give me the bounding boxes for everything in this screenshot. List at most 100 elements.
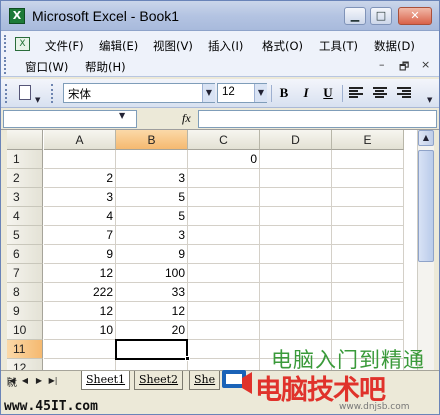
- font-size-dropdown-icon[interactable]: ▼: [254, 84, 267, 102]
- menu-tools[interactable]: 工具(T): [319, 38, 358, 54]
- cell-c10[interactable]: [188, 321, 260, 340]
- cell-e8[interactable]: [332, 283, 404, 302]
- next-sheet-icon[interactable]: ▶: [33, 374, 45, 388]
- cell-c6[interactable]: [188, 245, 260, 264]
- menu-data[interactable]: 数据(D): [374, 38, 415, 54]
- fill-handle[interactable]: [185, 356, 190, 361]
- cell-d10[interactable]: [260, 321, 332, 340]
- cell-b3[interactable]: 5: [116, 188, 188, 207]
- cell-b2[interactable]: 3: [116, 169, 188, 188]
- column-header-c[interactable]: C: [188, 130, 260, 150]
- active-cell-border[interactable]: [115, 339, 188, 360]
- name-box-dropdown-icon[interactable]: ▼: [119, 111, 125, 120]
- vertical-scrollbar[interactable]: ▲: [417, 130, 434, 370]
- menu-grip-icon[interactable]: [4, 35, 8, 52]
- row-header-9[interactable]: 9: [7, 302, 43, 321]
- cell-c9[interactable]: [188, 302, 260, 321]
- doc-minimize-icon[interactable]: –: [379, 58, 385, 71]
- cell-e6[interactable]: [332, 245, 404, 264]
- insert-function-icon[interactable]: fx: [182, 111, 191, 126]
- cell-c5[interactable]: [188, 226, 260, 245]
- menu-window[interactable]: 窗口(W): [25, 59, 68, 75]
- cell-b4[interactable]: 5: [116, 207, 188, 226]
- cell-b8[interactable]: 33: [116, 283, 188, 302]
- doc-restore-icon[interactable]: 🗗: [399, 58, 409, 77]
- cell-d4[interactable]: [260, 207, 332, 226]
- align-left-icon[interactable]: [349, 87, 363, 99]
- menu-edit[interactable]: 编辑(E): [99, 38, 138, 54]
- menu-view[interactable]: 视图(V): [153, 38, 193, 54]
- toolbar-overflow-icon[interactable]: ▼: [35, 96, 40, 104]
- cell-e3[interactable]: [332, 188, 404, 207]
- cell-c8[interactable]: [188, 283, 260, 302]
- cell-d8[interactable]: [260, 283, 332, 302]
- align-center-icon[interactable]: [373, 87, 387, 99]
- cell-a1[interactable]: [44, 150, 116, 169]
- cell-a6[interactable]: 9: [44, 245, 116, 264]
- cell-e9[interactable]: [332, 302, 404, 321]
- cell-e1[interactable]: [332, 150, 404, 169]
- sheet-tab-3[interactable]: She: [189, 371, 221, 390]
- row-header-2[interactable]: 2: [7, 169, 43, 188]
- cell-e10[interactable]: [332, 321, 404, 340]
- sheet-tab-2[interactable]: Sheet2: [134, 371, 184, 390]
- cell-d9[interactable]: [260, 302, 332, 321]
- cell-d7[interactable]: [260, 264, 332, 283]
- cell-c11[interactable]: [188, 340, 260, 359]
- cell-d3[interactable]: [260, 188, 332, 207]
- column-header-d[interactable]: D: [260, 130, 332, 150]
- menu-grip-icon[interactable]: [4, 57, 8, 74]
- menu-help[interactable]: 帮助(H): [85, 59, 126, 75]
- menu-insert[interactable]: 插入(I): [208, 38, 243, 54]
- excel-app-icon[interactable]: X: [9, 8, 25, 24]
- row-header-10[interactable]: 10: [7, 321, 43, 340]
- italic-button[interactable]: I: [297, 84, 315, 102]
- column-header-e[interactable]: E: [332, 130, 404, 150]
- align-right-icon[interactable]: [397, 87, 411, 99]
- new-document-icon[interactable]: [19, 85, 31, 100]
- doc-close-icon[interactable]: ×: [421, 58, 430, 71]
- row-header-7[interactable]: 7: [7, 264, 43, 283]
- menu-file[interactable]: 文件(F): [45, 38, 84, 54]
- minimize-button[interactable]: ▁: [344, 7, 366, 25]
- maximize-button[interactable]: □: [370, 7, 392, 25]
- cell-d6[interactable]: [260, 245, 332, 264]
- name-box[interactable]: [3, 110, 137, 128]
- font-name-dropdown-icon[interactable]: ▼: [202, 84, 215, 102]
- column-header-b[interactable]: B: [116, 130, 188, 150]
- select-all-corner[interactable]: [7, 130, 43, 150]
- scrollbar-thumb[interactable]: [418, 150, 434, 262]
- bold-button[interactable]: B: [275, 84, 293, 102]
- cell-e5[interactable]: [332, 226, 404, 245]
- cell-a11[interactable]: [44, 340, 116, 359]
- underline-button[interactable]: U: [319, 84, 337, 102]
- workbook-icon[interactable]: X: [15, 37, 30, 51]
- column-header-a[interactable]: A: [44, 130, 116, 150]
- last-sheet-icon[interactable]: ▶|: [47, 374, 59, 388]
- cell-b10[interactable]: 20: [116, 321, 188, 340]
- cell-c2[interactable]: [188, 169, 260, 188]
- row-header-1[interactable]: 1: [7, 150, 43, 169]
- cell-c1[interactable]: 0: [188, 150, 260, 169]
- cell-a8[interactable]: 222: [44, 283, 116, 302]
- cell-a12[interactable]: [44, 359, 116, 370]
- prev-sheet-icon[interactable]: ◀: [19, 374, 31, 388]
- cell-b7[interactable]: 100: [116, 264, 188, 283]
- cell-b9[interactable]: 12: [116, 302, 188, 321]
- cell-a2[interactable]: 2: [44, 169, 116, 188]
- formula-input[interactable]: [198, 110, 437, 128]
- toolbar-grip-icon[interactable]: [51, 84, 55, 103]
- row-header-5[interactable]: 5: [7, 226, 43, 245]
- cell-b12[interactable]: [116, 359, 188, 370]
- cell-b6[interactable]: 9: [116, 245, 188, 264]
- cell-a4[interactable]: 4: [44, 207, 116, 226]
- toolbar-overflow-icon[interactable]: ▼: [427, 96, 432, 104]
- row-header-12[interactable]: 12: [7, 359, 43, 370]
- cell-e4[interactable]: [332, 207, 404, 226]
- cell-d5[interactable]: [260, 226, 332, 245]
- cell-c3[interactable]: [188, 188, 260, 207]
- cell-a3[interactable]: 3: [44, 188, 116, 207]
- row-header-4[interactable]: 4: [7, 207, 43, 226]
- cell-d1[interactable]: [260, 150, 332, 169]
- cell-a5[interactable]: 7: [44, 226, 116, 245]
